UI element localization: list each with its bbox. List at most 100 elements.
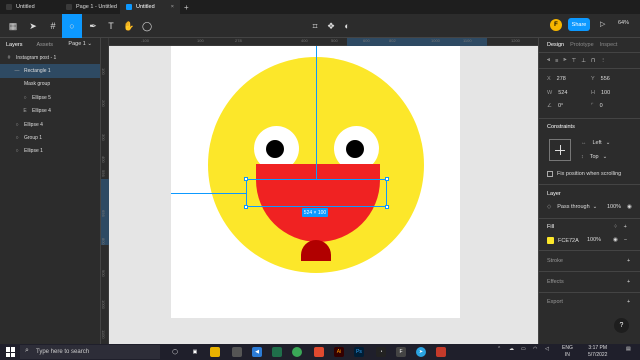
language-indicator[interactable]: ENG IN xyxy=(562,345,573,359)
files-icon[interactable]: ▣ xyxy=(190,347,200,357)
search-icon: ⌕ xyxy=(25,347,29,354)
ellipse-tool-icon[interactable]: ○ xyxy=(62,14,82,38)
close-icon[interactable]: × xyxy=(171,4,174,10)
clock[interactable]: 3:17 PM 5/7/2022 xyxy=(588,345,607,359)
wifi-icon[interactable]: ◠ xyxy=(533,346,537,352)
layer-item[interactable]: E Ellipse 4 xyxy=(0,105,100,118)
canvas[interactable]: 524 × 100 xyxy=(109,46,538,344)
hand-tool-icon[interactable]: ✋ xyxy=(120,17,138,35)
right-pupil[interactable] xyxy=(346,140,364,158)
layer-opacity[interactable]: 100% xyxy=(607,204,621,210)
tab-3[interactable]: Untitled × xyxy=(120,0,180,14)
align-right-icon[interactable]: ⫸ xyxy=(563,57,566,64)
fill-opacity[interactable]: 100% xyxy=(587,237,601,243)
add-fill-icon[interactable]: + xyxy=(624,224,627,230)
add-effect-icon[interactable]: + xyxy=(627,279,630,285)
stroke-title[interactable]: Stroke xyxy=(547,258,563,264)
windows-start-icon[interactable] xyxy=(6,347,16,357)
calculator-icon[interactable] xyxy=(232,347,242,357)
layer-item[interactable]: ○ Group 1 xyxy=(0,131,100,144)
cloud-icon[interactable]: ☁ xyxy=(509,346,514,352)
chrome-icon[interactable] xyxy=(292,347,302,357)
layer-item[interactable]: — Rectangle 1 xyxy=(0,64,100,78)
telegram-icon[interactable]: ➤ xyxy=(416,347,426,357)
illustrator-icon[interactable]: Ai xyxy=(334,347,344,357)
layer-label: Instagram post - 1 xyxy=(16,54,57,61)
align-top-icon[interactable]: ⊤ xyxy=(571,58,576,64)
tab-layers[interactable]: Layers xyxy=(6,42,23,48)
rotation-field[interactable]: ∠ 0° xyxy=(547,103,563,109)
remove-icon[interactable]: − xyxy=(624,237,627,243)
help-icon[interactable]: ? xyxy=(614,318,629,333)
taskbar-search[interactable]: ⌕ Type here to search xyxy=(20,345,160,359)
align-left-icon[interactable]: ⫷ xyxy=(547,57,550,64)
fill-swatch[interactable] xyxy=(547,237,554,244)
fix-position-checkbox[interactable]: Fix position when scrolling xyxy=(547,171,621,177)
align-middle-icon[interactable]: ⊥ xyxy=(581,58,586,64)
fill-row[interactable]: FCE72A xyxy=(547,237,579,244)
export-title[interactable]: Export xyxy=(547,299,563,305)
contrast-icon[interactable]: ◐ xyxy=(338,17,356,35)
zoom-level[interactable]: 64% xyxy=(618,20,629,26)
vscode-icon[interactable]: ◀ xyxy=(252,347,262,357)
resize-handle[interactable] xyxy=(244,205,248,209)
task-view-icon[interactable]: ◯ xyxy=(170,347,180,357)
add-tab-icon[interactable]: + xyxy=(184,3,189,12)
folder-icon[interactable] xyxy=(210,347,220,357)
selection-box[interactable] xyxy=(244,177,389,209)
tab-2[interactable]: Page 1 - Untitled xyxy=(60,0,120,14)
add-export-icon[interactable]: + xyxy=(627,299,630,305)
avatar[interactable]: F xyxy=(550,19,562,31)
eye-icon[interactable]: ◉ xyxy=(613,237,618,243)
h-field[interactable]: H 100 xyxy=(591,90,610,96)
align-center-icon[interactable]: ≡ xyxy=(555,58,558,64)
effects-title[interactable]: Effects xyxy=(547,279,564,285)
tab-prototype[interactable]: Prototype xyxy=(570,42,594,48)
layer-item[interactable]: ○ Ellipse 4 xyxy=(0,118,100,131)
speaker-icon[interactable]: ◁ xyxy=(545,346,549,352)
main-menu-icon[interactable]: ▦ xyxy=(4,17,22,35)
add-stroke-icon[interactable]: + xyxy=(627,258,630,264)
store-icon[interactable] xyxy=(272,347,282,357)
x-field[interactable]: X 278 xyxy=(547,76,566,82)
tab-inspect[interactable]: Inspect xyxy=(600,42,618,48)
app-icon[interactable] xyxy=(436,347,446,357)
brave-icon[interactable] xyxy=(314,347,324,357)
distribute-icon[interactable]: ⋮ xyxy=(600,58,606,64)
blender-icon[interactable]: ◔ xyxy=(376,347,386,357)
align-bottom-icon[interactable]: ⊓ xyxy=(591,58,595,64)
network-icon[interactable]: ▭ xyxy=(521,346,526,352)
present-icon[interactable]: ▷ xyxy=(600,20,605,28)
photoshop-icon[interactable]: Ps xyxy=(354,347,364,357)
tab-design[interactable]: Design xyxy=(547,42,564,48)
w-field[interactable]: W 524 xyxy=(547,90,567,96)
notification-icon[interactable]: ▤ xyxy=(626,346,631,352)
blend-mode-select[interactable]: ◇ Pass through ⌄ xyxy=(547,204,597,210)
figma-icon[interactable]: F xyxy=(396,347,406,357)
resize-handle[interactable] xyxy=(244,177,248,181)
comment-tool-icon[interactable]: ◯ xyxy=(138,17,156,35)
layer-item[interactable]: # Instagram post - 1 xyxy=(0,51,100,64)
layer-item[interactable]: Mask group xyxy=(0,78,100,91)
left-pupil[interactable] xyxy=(266,140,284,158)
frame-tool-icon[interactable]: # xyxy=(44,17,62,35)
resize-handle[interactable] xyxy=(385,177,389,181)
constraint-horizontal[interactable]: ↔ Left ⌄ xyxy=(581,140,610,146)
resize-handle[interactable] xyxy=(385,205,389,209)
text-tool-icon[interactable]: T xyxy=(102,17,120,35)
layer-item[interactable]: ○ Ellipse 5 xyxy=(0,91,100,104)
page-selector[interactable]: Page 1 ⌄ xyxy=(68,41,92,47)
styles-icon[interactable]: ⁘ xyxy=(613,224,618,230)
eye-icon[interactable]: ◉ xyxy=(627,204,632,210)
y-field[interactable]: Y 556 xyxy=(591,76,610,82)
constraints-widget[interactable] xyxy=(549,139,571,161)
tab-1[interactable]: Untitled xyxy=(0,0,60,14)
chevron-up-icon[interactable]: ⌃ xyxy=(497,346,501,352)
share-button[interactable]: Share xyxy=(568,18,590,31)
pen-tool-icon[interactable]: ✒ xyxy=(84,17,102,35)
tab-assets[interactable]: Assets xyxy=(37,42,54,48)
radius-field[interactable]: ⌜ 0 xyxy=(591,103,603,109)
constraint-vertical[interactable]: ↕ Top ⌄ xyxy=(581,154,607,160)
move-tool-icon[interactable]: ➤ xyxy=(24,17,42,35)
layer-item[interactable]: ○ Ellipse 1 xyxy=(0,145,100,158)
